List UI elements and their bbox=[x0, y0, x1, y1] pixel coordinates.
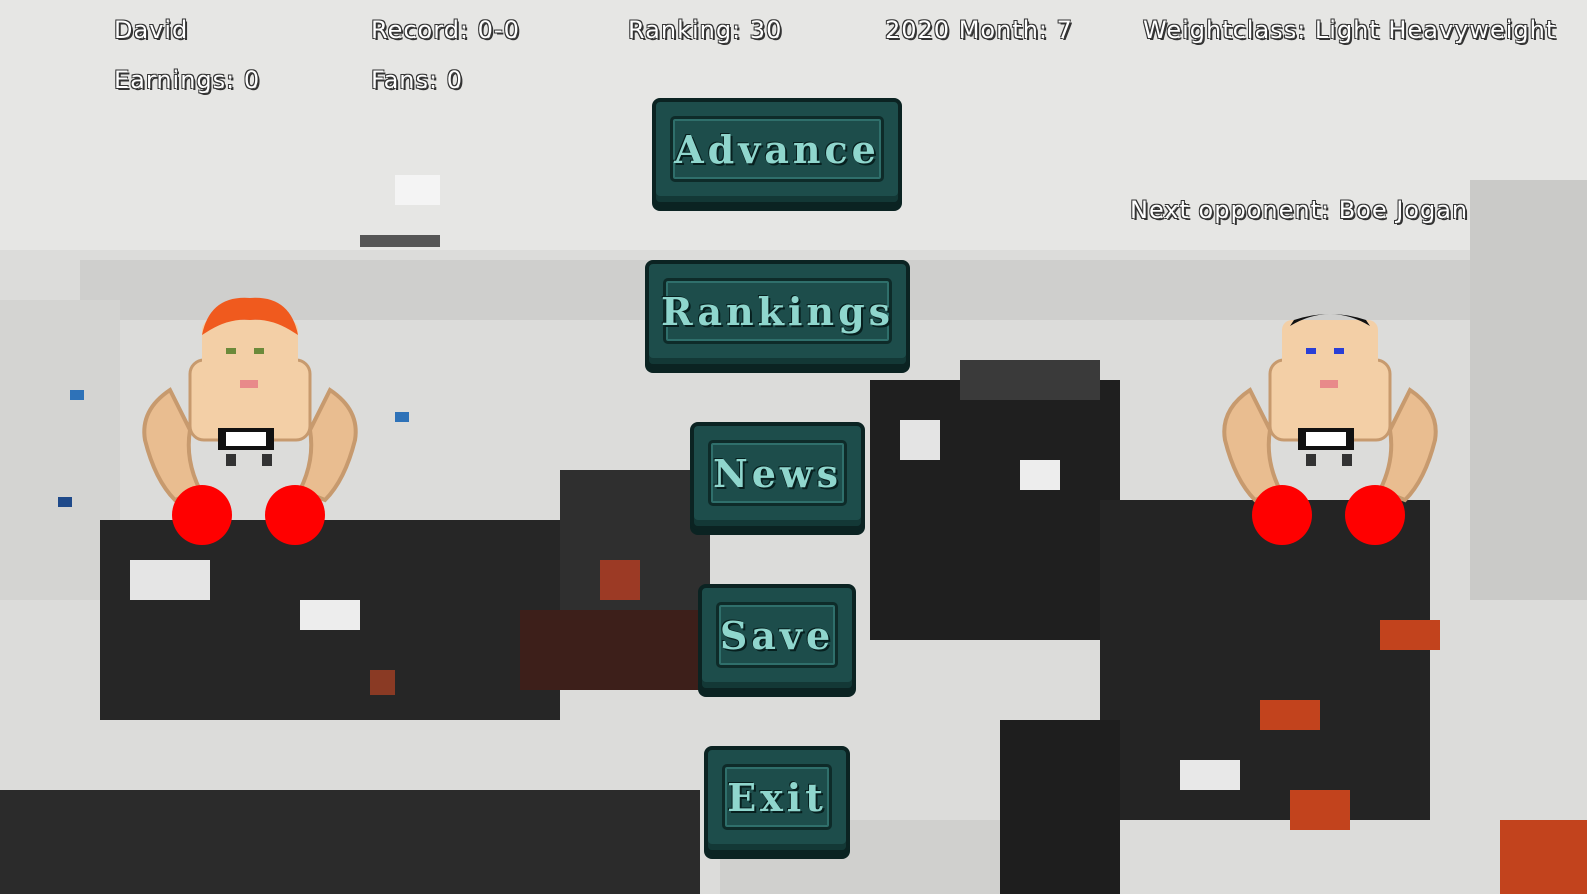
record-label: Record: 0-0 bbox=[371, 16, 520, 44]
news-button-frame: News bbox=[708, 440, 847, 506]
advance-button[interactable]: Advance bbox=[652, 98, 902, 206]
player-fighter-sprite bbox=[142, 297, 358, 545]
earnings-label: Earnings: 0 bbox=[114, 66, 261, 94]
save-button-label: Save bbox=[719, 612, 835, 658]
save-button-frame: Save bbox=[716, 602, 838, 668]
next-opponent-label: Next opponent: Boe Jogan bbox=[1130, 196, 1469, 224]
opponent-right-glove bbox=[1345, 485, 1405, 545]
date-label: 2020 Month: 7 bbox=[885, 16, 1073, 44]
advance-button-frame: Advance bbox=[670, 116, 884, 182]
opponent-left-glove bbox=[1252, 485, 1312, 545]
opponent-head bbox=[1282, 320, 1378, 390]
ranking-label: Ranking: 30 bbox=[628, 16, 783, 44]
news-button-label: News bbox=[712, 450, 843, 496]
player-head bbox=[202, 320, 298, 390]
news-button[interactable]: News bbox=[690, 422, 865, 530]
exit-button-label: Exit bbox=[727, 774, 827, 820]
exit-button[interactable]: Exit bbox=[704, 746, 850, 854]
player-right-glove bbox=[265, 485, 325, 545]
exit-button-frame: Exit bbox=[722, 764, 832, 830]
rankings-button-frame: Rankings bbox=[660, 278, 895, 344]
save-button[interactable]: Save bbox=[698, 584, 856, 692]
player-left-glove bbox=[172, 485, 232, 545]
rankings-button-label: Rankings bbox=[660, 288, 895, 334]
rankings-button[interactable]: Rankings bbox=[645, 260, 910, 368]
advance-button-label: Advance bbox=[674, 126, 880, 172]
player-name: David bbox=[114, 16, 189, 44]
weightclass-label: Weightclass: Light Heavyweight bbox=[1143, 16, 1557, 44]
opponent-fighter-sprite bbox=[1222, 314, 1438, 545]
fans-label: Fans: 0 bbox=[371, 66, 464, 94]
